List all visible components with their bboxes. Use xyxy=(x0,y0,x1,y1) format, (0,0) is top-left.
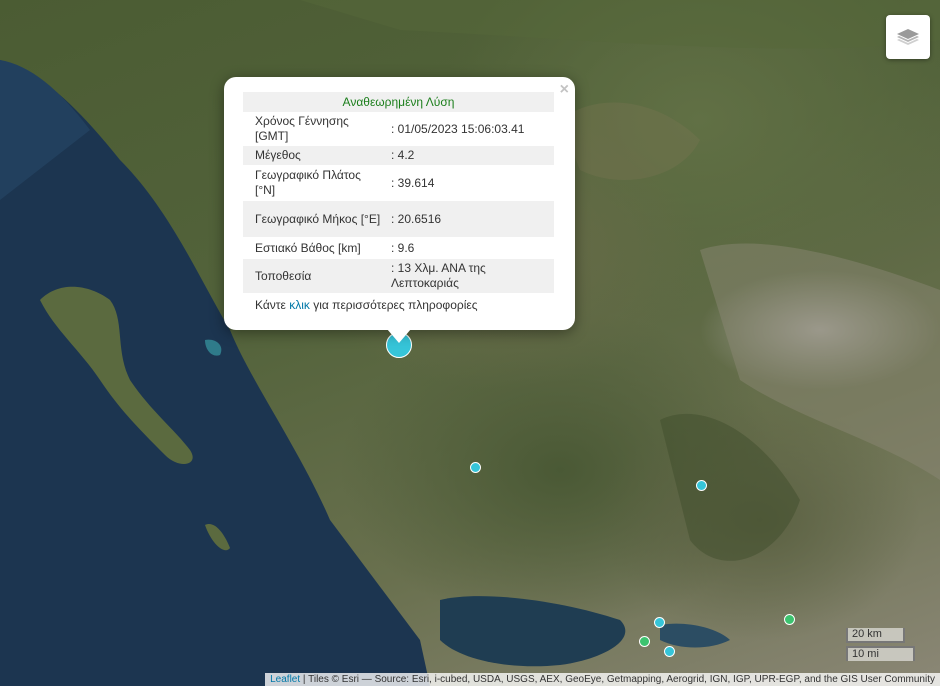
more-info-text: Κάντε κλικ για περισσότερες πληροφορίες xyxy=(255,298,478,312)
popup-close-button[interactable]: × xyxy=(560,81,569,99)
earthquake-marker[interactable] xyxy=(696,480,707,491)
attribution-text: | Tiles © Esri — Source: Esri, i-cubed, … xyxy=(300,674,935,685)
more-info-link[interactable]: κλικ xyxy=(289,298,310,312)
detail-label: Γεωγραφικό Μήκος [°E] xyxy=(243,201,387,237)
detail-value: : 20.6516 xyxy=(387,201,554,237)
earthquake-marker[interactable] xyxy=(470,462,481,473)
earthquake-marker[interactable] xyxy=(664,646,675,657)
detail-value: : 13 Χλμ. ΑΝΑ της Λεπτοκαριάς xyxy=(387,259,554,293)
scale-imperial: 10 mi xyxy=(846,646,915,661)
detail-label: Χρόνος Γέννησης [GMT] xyxy=(255,114,349,143)
earthquake-marker[interactable] xyxy=(784,614,795,625)
scale-metric: 20 km xyxy=(846,628,905,643)
detail-value: : 4.2 xyxy=(387,146,554,165)
detail-value: : 9.6 xyxy=(391,240,415,255)
detail-label: Τοποθεσία xyxy=(243,259,387,293)
detail-label: Εστιακό Βάθος [km] xyxy=(255,240,361,255)
earthquake-details-table: Αναθεωρημένη Λύση Χρόνος Γέννησης [GMT] … xyxy=(243,92,554,293)
detail-label: Γεωγραφικό Πλάτος [°N] xyxy=(255,168,361,197)
detail-value: : 01/05/2023 15:06:03.41 xyxy=(391,121,525,136)
layers-icon xyxy=(897,29,919,45)
layers-control-button[interactable] xyxy=(886,15,930,59)
detail-label: Μέγεθος xyxy=(243,146,387,165)
popup-tip xyxy=(387,329,411,343)
earthquake-marker[interactable] xyxy=(654,617,665,628)
map-view[interactable]: × Αναθεωρημένη Λύση Χρόνος Γέννησης [GMT… xyxy=(0,0,940,686)
earthquake-marker[interactable] xyxy=(639,636,650,647)
detail-value: : 39.614 xyxy=(391,175,435,190)
leaflet-link[interactable]: Leaflet xyxy=(270,674,300,685)
earthquake-popup: × Αναθεωρημένη Λύση Χρόνος Γέννησης [GMT… xyxy=(224,77,575,330)
attribution: Leaflet | Tiles © Esri — Source: Esri, i… xyxy=(265,673,940,686)
popup-title: Αναθεωρημένη Λύση xyxy=(243,92,554,112)
